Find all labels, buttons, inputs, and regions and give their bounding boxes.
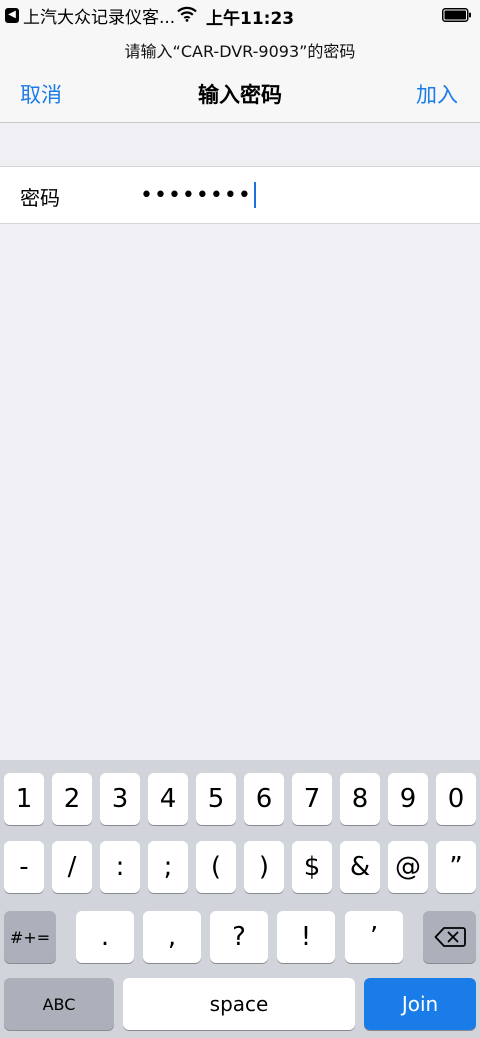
key-question[interactable]: ? xyxy=(210,911,268,963)
page-title: 输入密码 xyxy=(198,83,282,107)
key-5[interactable]: 5 xyxy=(196,773,236,825)
key-exclamation[interactable]: ! xyxy=(277,911,335,963)
password-masked-value: •••••••• xyxy=(140,182,252,208)
key-comma[interactable]: , xyxy=(143,911,201,963)
battery-icon xyxy=(442,8,471,22)
join-key[interactable]: Join xyxy=(364,978,476,1030)
key-hyphen[interactable]: - xyxy=(4,841,44,893)
abc-key[interactable]: ABC xyxy=(4,978,114,1030)
key-8[interactable]: 8 xyxy=(340,773,380,825)
key-apostrophe[interactable]: ’ xyxy=(345,911,403,963)
key-0[interactable]: 0 xyxy=(436,773,476,825)
key-colon[interactable]: : xyxy=(100,841,140,893)
key-semicolon[interactable]: ; xyxy=(148,841,188,893)
nav-bar: 请输入“CAR-DVR-9093”的密码 取消 输入密码 加入 xyxy=(0,30,480,123)
password-field[interactable]: •••••••• xyxy=(140,177,460,213)
key-3[interactable]: 3 xyxy=(100,773,140,825)
password-label: 密码 xyxy=(20,186,60,210)
backspace-key[interactable] xyxy=(423,911,476,963)
key-1[interactable]: 1 xyxy=(4,773,44,825)
wifi-icon xyxy=(177,6,197,22)
key-2[interactable]: 2 xyxy=(52,773,92,825)
keyboard: 1 2 3 4 5 6 7 8 9 0 - / : ; ( ) $ & @ ” … xyxy=(0,760,480,1038)
text-caret xyxy=(253,182,256,208)
key-ampersand[interactable]: & xyxy=(340,841,380,893)
status-time: 上午11:23 xyxy=(206,9,295,29)
key-quote[interactable]: ” xyxy=(436,841,476,893)
cancel-button[interactable]: 取消 xyxy=(20,79,62,109)
password-row: 密码 •••••••• xyxy=(0,166,480,224)
key-4[interactable]: 4 xyxy=(148,773,188,825)
key-left-paren[interactable]: ( xyxy=(196,841,236,893)
backspace-icon xyxy=(434,927,466,947)
key-period[interactable]: . xyxy=(76,911,134,963)
network-prompt: 请输入“CAR-DVR-9093”的密码 xyxy=(124,42,356,61)
back-to-app-icon[interactable]: ◀ xyxy=(5,7,19,23)
key-7[interactable]: 7 xyxy=(292,773,332,825)
status-bar: ◀ 上汽大众记录仪客... 上午11:23 xyxy=(0,0,480,30)
back-to-app-label[interactable]: 上汽大众记录仪客... xyxy=(23,3,175,28)
key-right-paren[interactable]: ) xyxy=(244,841,284,893)
key-slash[interactable]: / xyxy=(52,841,92,893)
space-key[interactable]: space xyxy=(123,978,355,1030)
key-9[interactable]: 9 xyxy=(388,773,428,825)
join-button[interactable]: 加入 xyxy=(416,79,458,109)
key-6[interactable]: 6 xyxy=(244,773,284,825)
key-at[interactable]: @ xyxy=(388,841,428,893)
symbols-mode-key[interactable]: #+= xyxy=(4,911,56,963)
key-dollar[interactable]: $ xyxy=(292,841,332,893)
